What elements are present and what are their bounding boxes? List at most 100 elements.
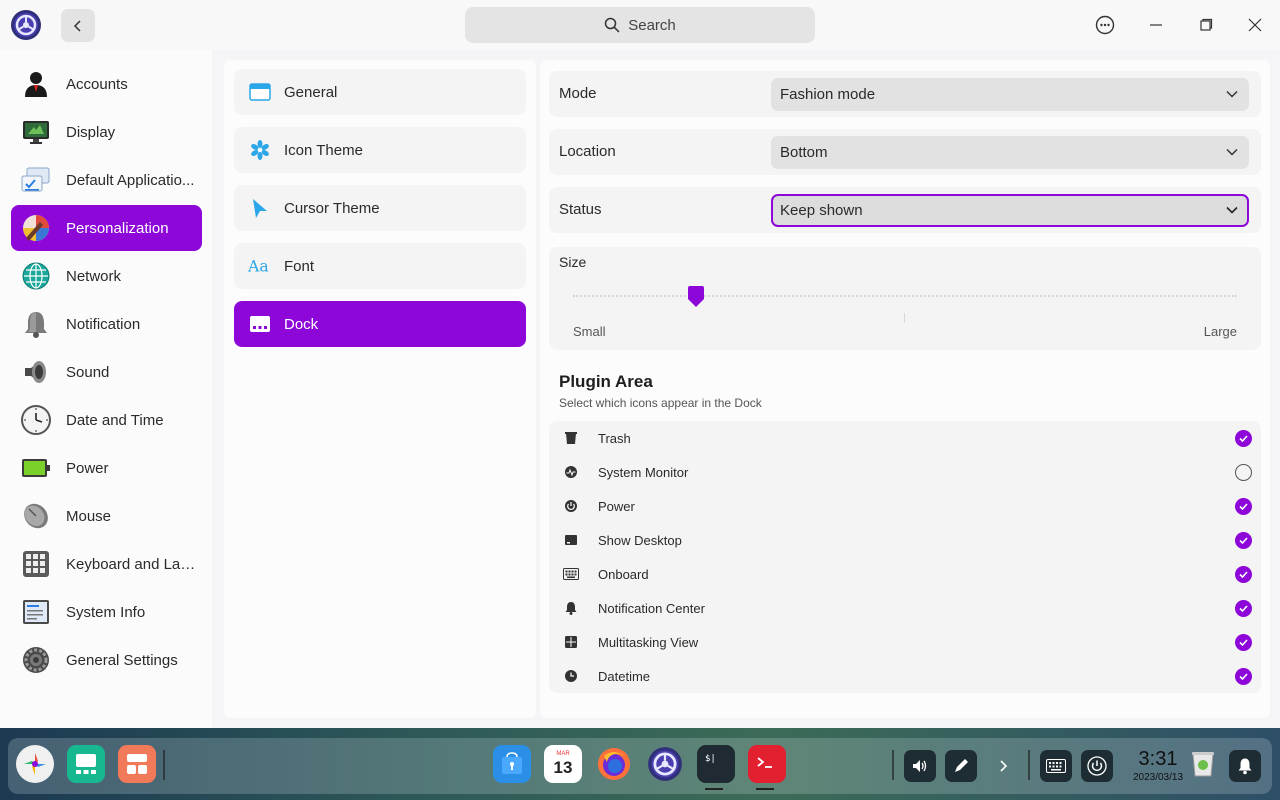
subnav-item-icon-theme[interactable]: Icon Theme xyxy=(234,127,526,173)
sidebar-item-notification[interactable]: Notification xyxy=(11,301,202,347)
plugin-row-show-desktop[interactable]: Show Desktop xyxy=(549,523,1261,557)
subnav-item-cursor-theme[interactable]: Cursor Theme xyxy=(234,185,526,231)
sidebar-item-label: Sound xyxy=(66,363,110,381)
checkbox-checked[interactable] xyxy=(1235,531,1252,549)
calendar-button[interactable]: MAR 13 xyxy=(544,745,582,783)
network-icon xyxy=(21,261,51,291)
taskbar: MAR 13 $| 3:31 2023/03/13 xyxy=(0,728,1280,800)
show-desktop-icon xyxy=(563,532,579,548)
checkbox-checked[interactable] xyxy=(1235,565,1252,583)
display-icon xyxy=(21,117,51,147)
chevron-down-icon xyxy=(1226,148,1238,156)
location-value: Bottom xyxy=(780,144,828,161)
app-store-button[interactable] xyxy=(493,745,531,783)
plugin-list: Trash System Monitor Power Show Desktop … xyxy=(549,421,1261,693)
sidebar-item-label: System Info xyxy=(66,603,146,621)
sidebar-item-date-and-time[interactable]: Date and Time xyxy=(11,397,202,443)
sidebar-item-label: Personalization xyxy=(66,219,169,237)
sidebar: Accounts Display Default Applicatio... P… xyxy=(0,50,212,728)
terminal-red-button[interactable] xyxy=(748,745,786,783)
sidebar-item-personalization[interactable]: Personalization xyxy=(11,205,202,251)
system-monitor-icon xyxy=(563,464,579,480)
checkbox-checked[interactable] xyxy=(1235,429,1252,447)
sidebar-item-label: Default Applicatio... xyxy=(66,171,195,189)
plugin-area-title: Plugin Area xyxy=(559,372,653,391)
workspace-button[interactable] xyxy=(118,745,156,783)
checkbox-unchecked[interactable] xyxy=(1235,463,1252,481)
plugin-row-trash[interactable]: Trash xyxy=(549,421,1261,455)
bell-icon xyxy=(563,600,579,616)
power-button[interactable] xyxy=(1081,750,1113,782)
trash-icon xyxy=(1192,752,1214,777)
dock-separator xyxy=(163,750,165,780)
volume-button[interactable] xyxy=(904,750,936,782)
plugin-row-datetime[interactable]: Datetime xyxy=(549,659,1261,693)
firefox-icon xyxy=(598,748,630,780)
firefox-button[interactable] xyxy=(595,745,633,783)
launcher-icon xyxy=(24,753,46,775)
size-max-label: Large xyxy=(1203,324,1237,339)
expand-tray-button[interactable] xyxy=(987,750,1019,782)
plugin-row-system-monitor[interactable]: System Monitor xyxy=(549,455,1261,489)
sidebar-item-label: Power xyxy=(66,459,109,477)
sidebar-item-sound[interactable]: Sound xyxy=(11,349,202,395)
subnav-item-font[interactable]: Aa Font xyxy=(234,243,526,289)
battery-icon xyxy=(21,453,51,483)
maximize-button[interactable] xyxy=(1191,10,1221,40)
brightness-button[interactable] xyxy=(945,750,977,782)
sidebar-item-network[interactable]: Network xyxy=(11,253,202,299)
location-select[interactable]: Bottom xyxy=(771,136,1249,169)
notification-center-button[interactable] xyxy=(1229,750,1261,782)
close-icon xyxy=(1248,18,1262,32)
search-placeholder: Search xyxy=(628,16,676,34)
personalization-icon xyxy=(21,213,51,243)
mode-select[interactable]: Fashion mode xyxy=(771,78,1249,111)
gear-icon xyxy=(21,645,51,675)
plugin-row-power[interactable]: Power xyxy=(549,489,1261,523)
back-button[interactable] xyxy=(61,9,95,42)
plugin-label: Multitasking View xyxy=(598,634,699,650)
checkbox-checked[interactable] xyxy=(1235,667,1252,685)
onboard-keyboard-button[interactable] xyxy=(1040,750,1072,782)
power-icon xyxy=(1087,756,1107,776)
close-button[interactable] xyxy=(1240,10,1270,40)
plugin-row-multitasking-view[interactable]: Multitasking View xyxy=(549,625,1261,659)
taskbar-clock-time[interactable]: 3:31 xyxy=(1136,748,1180,771)
bell-icon xyxy=(21,309,51,339)
dock-icon xyxy=(248,312,272,336)
search-input[interactable]: Search xyxy=(465,7,815,43)
accounts-icon xyxy=(21,69,51,99)
sidebar-item-keyboard-and-language[interactable]: Keyboard and Lan... xyxy=(11,541,202,587)
sidebar-item-accounts[interactable]: Accounts xyxy=(11,61,202,107)
menu-button[interactable] xyxy=(1090,10,1120,40)
subnav-item-general[interactable]: General xyxy=(234,69,526,115)
sidebar-item-system-info[interactable]: System Info xyxy=(11,589,202,635)
checkbox-checked[interactable] xyxy=(1235,599,1252,617)
plugin-row-onboard[interactable]: Onboard xyxy=(549,557,1261,591)
svg-text:Aa: Aa xyxy=(248,257,269,276)
subnav-item-dock[interactable]: Dock xyxy=(234,301,526,347)
status-select[interactable]: Keep shown xyxy=(771,194,1249,227)
terminal-button[interactable]: $| xyxy=(697,745,735,783)
trash-button[interactable] xyxy=(1184,745,1222,783)
plugin-row-notification-center[interactable]: Notification Center xyxy=(549,591,1261,625)
checkbox-checked[interactable] xyxy=(1235,497,1252,515)
plugin-label: System Monitor xyxy=(598,464,689,480)
size-slider-track[interactable] xyxy=(573,295,1237,299)
minimize-button[interactable] xyxy=(1141,10,1171,40)
size-slider-handle[interactable] xyxy=(685,285,707,314)
sidebar-item-power[interactable]: Power xyxy=(11,445,202,491)
bell-icon xyxy=(1238,758,1252,775)
checkbox-checked[interactable] xyxy=(1235,633,1252,651)
launcher-button[interactable] xyxy=(16,745,54,783)
sidebar-item-default-applications[interactable]: Default Applicatio... xyxy=(11,157,202,203)
sidebar-item-general-settings[interactable]: General Settings xyxy=(11,637,202,683)
maximize-icon xyxy=(1200,18,1213,31)
sidebar-item-display[interactable]: Display xyxy=(11,109,202,155)
control-center-button[interactable] xyxy=(646,745,684,783)
cursor-icon xyxy=(248,196,272,220)
chevron-left-icon xyxy=(73,19,81,32)
sidebar-item-mouse[interactable]: Mouse xyxy=(11,493,202,539)
location-label: Location xyxy=(559,143,616,160)
multitasking-view-button[interactable] xyxy=(67,745,105,783)
